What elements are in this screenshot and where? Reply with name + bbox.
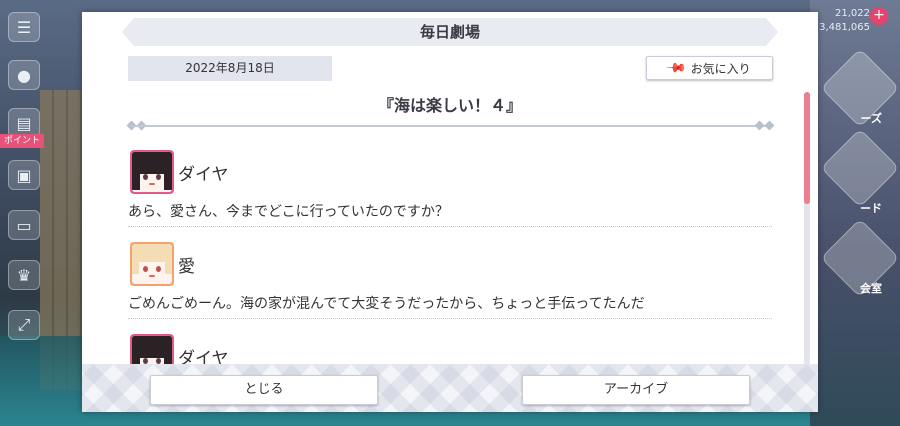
- entry-divider: [128, 318, 772, 319]
- dialogue-entry: ダイヤ: [128, 330, 772, 366]
- add-icon[interactable]: +: [870, 7, 888, 25]
- speaker-name: ダイヤ: [178, 165, 229, 185]
- ai-avatar: [130, 242, 174, 286]
- gift-icon[interactable]: ▣: [8, 160, 40, 190]
- dialogue-entry: 愛 ごめんごめーん。海の家が混んでて大変そうだったから、ちょっと手伝ってたんだ: [128, 238, 772, 330]
- divider-diamond-right-2: [754, 120, 765, 131]
- speaker-name: ダイヤ: [178, 349, 229, 366]
- menu-tile-label-3: 会室: [860, 282, 882, 295]
- divider-diamond-right: [764, 120, 775, 131]
- menu-tile-label-2: ード: [860, 202, 882, 215]
- daily-theater-dialog: 毎日劇場 2022年8月18日 📌 お気に入り 『海は楽しい！４』 ダイヤ あら…: [82, 12, 818, 412]
- point-tag: ポイント: [0, 134, 44, 148]
- dia-avatar: [130, 150, 174, 194]
- scrollbar-thumb[interactable]: [804, 92, 810, 204]
- favorite-label: お気に入り: [690, 61, 751, 76]
- menu-icon[interactable]: ☰: [8, 12, 40, 42]
- favorite-button[interactable]: 📌 お気に入り: [646, 56, 773, 80]
- close-button[interactable]: とじる: [150, 375, 378, 405]
- speaker-name: 愛: [178, 257, 195, 277]
- trophy-icon[interactable]: ♛: [8, 260, 40, 290]
- menu-tile-label-1: ーズ: [860, 112, 882, 125]
- title-divider: [130, 125, 772, 127]
- episode-title: 『海は楽しい！４』: [377, 96, 522, 115]
- archive-button[interactable]: アーカイブ: [522, 375, 750, 405]
- hud-value-1: 21,022: [835, 8, 870, 19]
- entry-divider: [128, 226, 772, 227]
- scrollbar[interactable]: [804, 92, 810, 366]
- dialog-title: 毎日劇場: [419, 23, 480, 41]
- dialogue-text: ごめんごめーん。海の家が混んでて大変そうだったから、ちょっと手伝ってたんだ: [128, 296, 645, 312]
- dia-avatar: [130, 334, 174, 366]
- dialogue-text: あら、愛さん、今までどこに行っていたのですか？: [128, 204, 449, 220]
- fullscreen-icon[interactable]: ⤢: [8, 310, 40, 340]
- dialogue-entry: ダイヤ あら、愛さん、今までどこに行っていたのですか？: [128, 146, 772, 238]
- date-label: 2022年8月18日: [128, 56, 332, 81]
- chat-icon[interactable]: ●: [8, 60, 40, 90]
- hud-value-2: 3,481,065: [819, 22, 870, 33]
- pin-icon: 📌: [665, 56, 688, 80]
- screen-icon[interactable]: ▭: [8, 210, 40, 240]
- dialogue-log[interactable]: ダイヤ あら、愛さん、今までどこに行っていたのですか？ 愛 ごめんごめーん。海の…: [128, 146, 772, 366]
